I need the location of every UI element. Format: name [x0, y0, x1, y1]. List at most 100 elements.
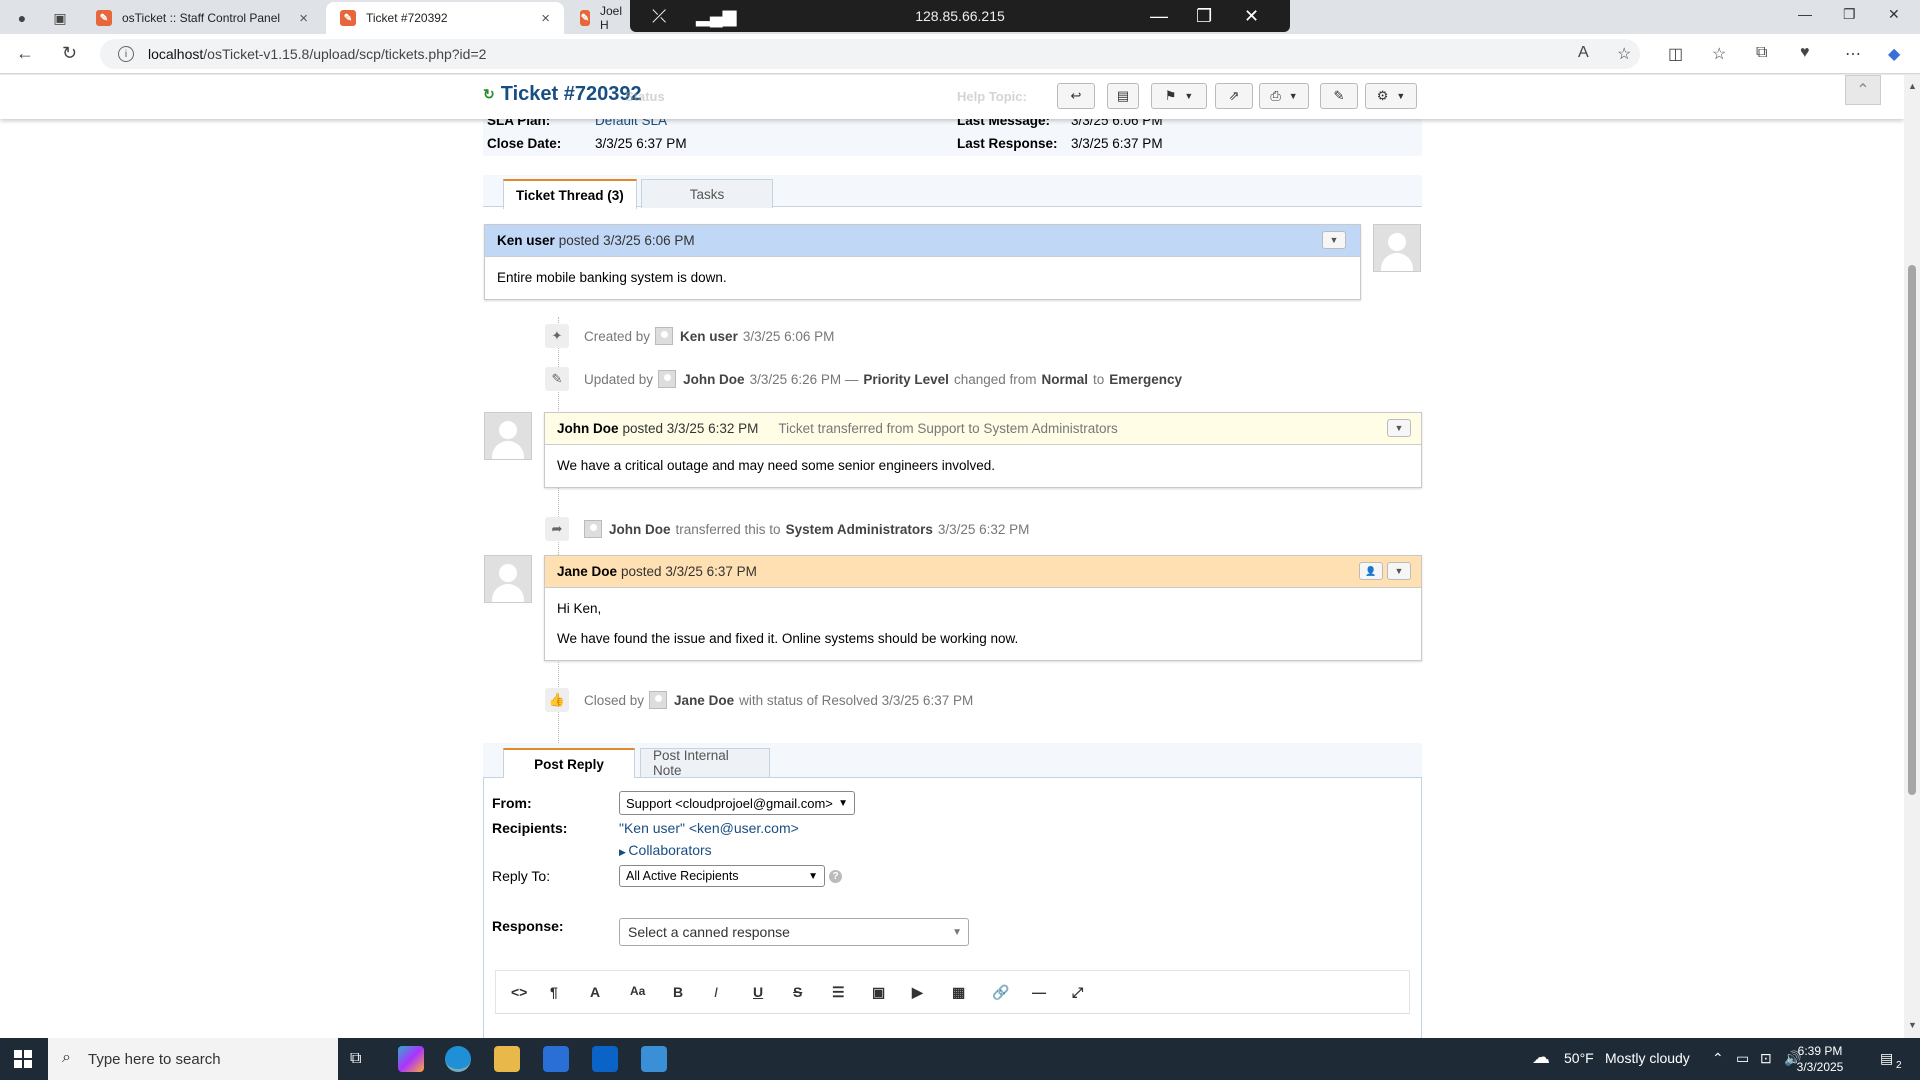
paragraph-icon[interactable]: ¶ [550, 984, 558, 1000]
avatar [658, 370, 677, 388]
reply-to-select[interactable]: All Active Recipients ▼ [619, 865, 825, 887]
help-icon[interactable]: ? [829, 870, 842, 883]
chevron-up-icon[interactable]: ⌃ [1712, 1050, 1724, 1067]
favorites-icon[interactable]: ☆ [1712, 44, 1726, 64]
tab-actions-icon[interactable]: ▣ [50, 8, 70, 28]
osticket-favicon-icon: ✎ [96, 10, 112, 26]
browser-essentials-icon[interactable]: ♥ [1800, 44, 1810, 62]
tab-post-internal-note[interactable]: Post Internal Note [640, 748, 770, 778]
collaborators-label: Collaborators [628, 842, 712, 858]
weather-text[interactable]: Mostly cloudy [1605, 1050, 1690, 1066]
remote-desktop-bar: ⤫ ▂▄▆ 128.85.66.215 — ❐ ✕ [630, 0, 1290, 32]
transfer-button[interactable]: ⇗ [1215, 83, 1253, 109]
code-view-icon[interactable]: <> [511, 984, 527, 1000]
copilot-icon[interactable]: ◆ [1888, 44, 1900, 64]
scrollbar-thumb[interactable] [1908, 265, 1916, 795]
refresh-icon[interactable]: ↻ [483, 86, 495, 103]
split-screen-icon[interactable]: ◫ [1668, 44, 1683, 64]
text-color-icon[interactable]: A [590, 984, 600, 1000]
scroll-to-top-button[interactable]: ⌃ [1845, 75, 1881, 105]
back-icon[interactable]: ← [16, 43, 34, 64]
user-icon: 👤 [1365, 565, 1377, 576]
fullscreen-icon[interactable]: ⤢ [1072, 984, 1083, 1001]
settings-menu-button[interactable]: ⚙ ▼ [1365, 83, 1417, 109]
underline-icon[interactable]: U [753, 984, 763, 1000]
outlook-icon[interactable] [592, 1046, 618, 1072]
font-size-icon[interactable]: Aa [630, 984, 645, 998]
entry-actions-button[interactable]: ▼ [1322, 231, 1346, 249]
tab-post-reply[interactable]: Post Reply [503, 748, 635, 778]
windows-start-icon[interactable] [14, 1050, 32, 1068]
network-icon[interactable]: ⊡ [1760, 1050, 1772, 1067]
notifications-icon[interactable]: ▤ [1880, 1050, 1893, 1067]
canned-response-select[interactable]: Select a canned response ▼ [619, 918, 969, 946]
taskbar-clock[interactable]: 6:39 PM 3/3/2025 [1780, 1043, 1860, 1075]
bold-icon[interactable]: B [673, 984, 683, 1000]
list-icon[interactable]: ☰ [832, 984, 845, 1001]
scroll-up-icon[interactable]: ▲ [1908, 81, 1917, 91]
chevron-down-icon: ▼ [808, 870, 818, 882]
ticket-title: ↻ Ticket #720392 [483, 83, 642, 106]
store-icon[interactable] [543, 1046, 569, 1072]
url-field[interactable]: i localhost /osTicket-v1.15.8/upload/scp… [100, 39, 1640, 69]
tab-ticket-thread[interactable]: Ticket Thread (3) [503, 179, 637, 209]
favorite-star-icon[interactable]: ☆ [1617, 44, 1631, 64]
profile-icon[interactable]: ● [12, 8, 32, 28]
restore-icon[interactable]: ❐ [1196, 6, 1212, 27]
reply-icon: ↩ [1070, 88, 1082, 103]
ticket-number[interactable]: Ticket #720392 [501, 83, 642, 106]
note-button[interactable]: ▤ [1107, 83, 1139, 109]
copilot-app-icon[interactable] [398, 1046, 424, 1072]
print-menu-button[interactable]: ⎙ ▼ [1259, 83, 1309, 109]
avatar [484, 412, 532, 460]
share-icon: ➦ [545, 517, 569, 541]
minimize-icon[interactable]: — [1150, 6, 1168, 27]
link-icon[interactable]: 🔗 [992, 984, 1009, 1001]
meet-now-icon[interactable]: ▭ [1736, 1050, 1749, 1067]
weather-cloud-icon[interactable]: ☁ [1532, 1047, 1550, 1068]
entry-actions-button[interactable]: ▼ [1387, 419, 1411, 437]
close-icon[interactable]: ✕ [1244, 6, 1259, 27]
read-aloud-icon[interactable]: A [1578, 44, 1589, 62]
edge-app-icon[interactable] [445, 1046, 471, 1072]
reply-button[interactable]: ↩ [1057, 83, 1095, 109]
thread-entry-message: John Doe posted 3/3/25 6:32 PM Ticket tr… [544, 412, 1422, 488]
reload-icon[interactable]: ↻ [62, 43, 77, 64]
close-date-value: 3/3/25 6:37 PM [595, 135, 687, 151]
event-user: John Doe [683, 371, 745, 387]
close-tab-icon[interactable]: × [299, 10, 308, 27]
remote-ip: 128.85.66.215 [915, 8, 1005, 24]
thread-entry-message: Ken user posted 3/3/25 6:06 PM ▼ Entire … [484, 224, 1361, 300]
video-icon[interactable]: ▶ [912, 984, 923, 1001]
window-restore-icon[interactable]: ❐ [1843, 6, 1856, 23]
image-icon[interactable]: ▣ [872, 984, 885, 1001]
scroll-down-icon[interactable]: ▼ [1908, 1020, 1917, 1030]
strikethrough-icon[interactable]: S [793, 984, 802, 1000]
edit-button[interactable]: ✎ [1320, 83, 1358, 109]
browser-tab-ticket[interactable]: ✎ Ticket #720392 × [326, 2, 564, 34]
task-view-icon[interactable]: ⧉ [350, 1050, 361, 1068]
file-explorer-icon[interactable] [494, 1046, 520, 1072]
browser-tab-staff-panel[interactable]: ✎ osTicket :: Staff Control Panel × [82, 2, 322, 34]
entry-user-button[interactable]: 👤 [1359, 562, 1383, 580]
table-icon[interactable]: ▦ [952, 984, 965, 1001]
recipients-link[interactable]: "Ken user" <ken@user.com> [619, 820, 799, 836]
flag-menu-button[interactable]: ⚑ ▼ [1151, 83, 1207, 109]
page-scrollbar[interactable]: ▲ ▼ [1904, 75, 1920, 1038]
tab-tasks[interactable]: Tasks [641, 179, 773, 208]
close-tab-icon[interactable]: × [541, 10, 550, 27]
italic-icon[interactable]: I [714, 984, 718, 1000]
horizontal-rule-icon[interactable]: — [1032, 984, 1046, 1000]
site-info-icon[interactable]: i [118, 46, 134, 62]
collections-icon[interactable]: ⧉ [1756, 44, 1767, 62]
weather-temp[interactable]: 50°F [1564, 1050, 1594, 1066]
taskbar-search[interactable]: ⌕ Type here to search [48, 1038, 338, 1080]
browser-tab-other[interactable]: ✎ Joel H [566, 2, 636, 34]
more-menu-icon[interactable]: ⋯ [1845, 44, 1861, 64]
window-close-icon[interactable]: ✕ [1888, 6, 1900, 23]
window-minimize-icon[interactable]: — [1798, 6, 1812, 22]
remote-desktop-app-icon[interactable] [641, 1046, 667, 1072]
collaborators-toggle[interactable]: ▶ Collaborators [619, 842, 712, 858]
entry-actions-button[interactable]: ▼ [1387, 562, 1411, 580]
from-select[interactable]: Support <cloudprojoel@gmail.com> ▼ [619, 791, 855, 815]
